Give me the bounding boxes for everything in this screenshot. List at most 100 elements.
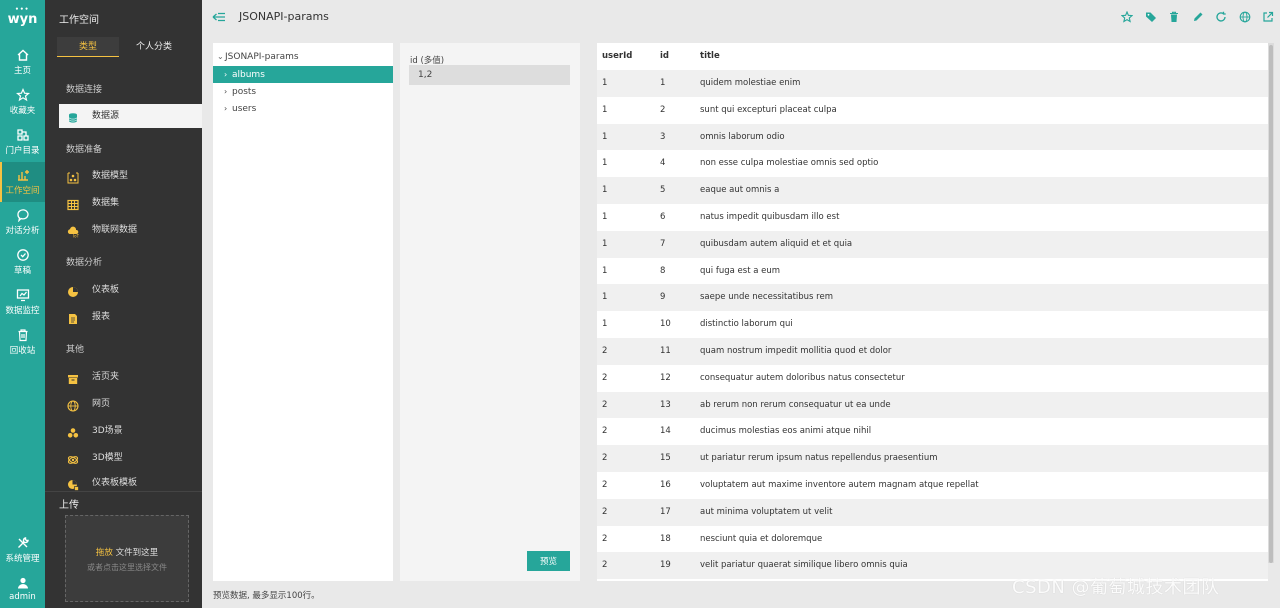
rail-item-portal[interactable]: 门户目录 [0, 122, 45, 162]
table-cell: 2 [602, 480, 608, 490]
edit-icon[interactable] [1192, 11, 1204, 23]
watermark: CSDN @葡萄城技术团队 [1012, 577, 1220, 598]
drop-text: 文件到这里 [115, 548, 159, 558]
refresh-icon[interactable] [1215, 11, 1227, 23]
monitor-icon [16, 288, 30, 302]
table-row[interactable]: 1 5 eaque aut omnis a [597, 177, 1268, 205]
sidebar-item-iot-data[interactable]: IoT 物联网数据 [59, 218, 202, 242]
tree-node-albums[interactable]: › albums [213, 66, 393, 83]
star-icon [15, 87, 30, 102]
table-row[interactable]: 2 13 ab rerum non rerum consequatur ut ea … [597, 391, 1268, 419]
sidebar-item-dataset[interactable]: 数据集 [59, 191, 202, 215]
sidebar-divider [45, 491, 202, 492]
table-cell: 5 [660, 185, 666, 196]
table-row[interactable]: 2 15 ut pariatur rerum ipsum natus repelle… [597, 445, 1268, 473]
table-cell: 16 [660, 480, 671, 490]
sidebar-tabs: 类型 个人分类 [45, 37, 202, 57]
sidebar-item-3d-scene[interactable]: 3D场景 [59, 419, 202, 443]
parameter-panel: id (多值) 预览 [400, 43, 580, 581]
tab-type[interactable]: 类型 [57, 37, 119, 57]
table-row[interactable]: 2 16 voluptatem aut maxime inventore autem… [597, 472, 1268, 499]
table-row[interactable]: 2 14 ducimus molestias eos animi atque nih… [597, 418, 1268, 446]
table-cell: quam nostrum impedit mollitia quod et do… [700, 346, 892, 356]
tools-icon [16, 536, 30, 550]
sidebar-item-data-model[interactable]: 数据模型 [59, 164, 202, 188]
wyn-logo[interactable]: ••• wyn [7, 7, 38, 29]
sidebar-item-report[interactable]: 报表 [59, 305, 202, 329]
open-external-icon[interactable] [1262, 11, 1274, 23]
data-model-icon [67, 170, 79, 184]
table-row[interactable]: 1 8 qui fuga est a eum [597, 257, 1268, 285]
dashboard-template-icon [67, 477, 79, 491]
table-cell: 15 [660, 453, 671, 464]
table-cell: 2 [602, 560, 608, 571]
preview-grid: userId id title 1 1 quidem molestiae enim 1… [597, 43, 1268, 581]
table-cell: 1 [660, 78, 666, 88]
table-cell: 4 [660, 158, 666, 169]
drop-hint: 或者点击这里选择文件 [87, 563, 167, 572]
table-row[interactable]: 1 6 natus impedit quibusdam illo est [597, 204, 1268, 231]
rail-item-chat-analysis[interactable]: 对话分析 [0, 202, 45, 242]
scrollbar-thumb[interactable] [1269, 45, 1273, 563]
preview-note: 预览数据, 最多显示100行。 [213, 591, 320, 601]
rail-item-home[interactable]: 主页 [0, 42, 45, 82]
rail-item-monitor[interactable]: 数据监控 [0, 282, 45, 322]
sidebar-item-datasource[interactable]: 数据源 [59, 104, 202, 128]
star-icon[interactable] [1120, 10, 1134, 23]
table-cell: ab rerum non rerum consequatur ut ea und… [700, 399, 891, 410]
tree-root[interactable]: ⌄JSONAPI-params [217, 52, 299, 62]
sidebar-item-3d-model[interactable]: 3D模型 [59, 446, 202, 470]
tree-node-users[interactable]: › users [213, 100, 393, 117]
page-title: JSONAPI-params [239, 10, 329, 23]
upload-dropzone[interactable]: 拖放 文件到这里 或者点击这里选择文件 [65, 515, 189, 602]
rail-item-workspace[interactable]: 工作空间 [0, 162, 45, 202]
rail-item-favorites[interactable]: 收藏夹 [0, 82, 45, 122]
draft-icon [16, 248, 30, 262]
table-row[interactable]: 2 17 aut minima voluptatem ut velit [597, 498, 1268, 526]
sidebar-item-webpage[interactable]: 网页 [59, 392, 202, 416]
table-row[interactable]: 1 10 distinctio laborum qui [597, 311, 1268, 339]
table-cell: 12 [660, 372, 671, 383]
tree-node-posts[interactable]: › posts [213, 83, 393, 100]
sidebar-item-dashboard[interactable]: 仪表板 [59, 278, 202, 302]
table-cell: saepe unde necessitatibus rem [700, 292, 833, 303]
collapse-panel-icon[interactable] [212, 10, 226, 24]
table-row[interactable]: 2 11 quam nostrum impedit mollitia quod et… [597, 338, 1268, 365]
table-cell: 19 [660, 560, 671, 571]
column-header-title[interactable]: title [700, 43, 720, 70]
rail-item-system-admin[interactable]: 系统管理 [0, 530, 45, 570]
rail-item-recycle-bin[interactable]: 回收站 [0, 322, 45, 362]
grid-scrollbar[interactable] [1268, 43, 1274, 563]
table-row[interactable]: 1 3 omnis laborum odio [597, 123, 1268, 151]
table-row[interactable]: 2 18 nesciunt quia et doloremque [597, 525, 1268, 553]
table-row[interactable]: 1 1 quidem molestiae enim [597, 70, 1268, 97]
binder-icon [67, 371, 79, 384]
delete-icon[interactable] [1168, 11, 1180, 23]
table-row[interactable]: 1 2 sunt qui excepturi placeat culpa [597, 96, 1268, 124]
column-header-id[interactable]: id [660, 43, 669, 70]
table-cell: 9 [660, 292, 666, 303]
rail-item-drafts[interactable]: 草稿 [0, 242, 45, 282]
table-row[interactable]: 1 7 quibusdam autem aliquid et et quia [597, 230, 1268, 258]
preview-button[interactable]: 预览 [527, 551, 570, 571]
table-cell: 1 [602, 104, 608, 115]
rail-item-user[interactable]: admin [0, 570, 45, 608]
globe-icon[interactable] [1239, 11, 1251, 23]
tag-icon[interactable] [1145, 11, 1157, 23]
table-row[interactable]: 1 9 saepe unde necessitatibus rem [597, 284, 1268, 312]
web-icon [67, 398, 79, 412]
sidebar-title: 工作空间 [59, 15, 99, 26]
table-cell: 1 [602, 238, 608, 249]
table-row[interactable]: 2 12 consequatur autem doloribus natus con… [597, 364, 1268, 392]
table-cell: 8 [660, 265, 666, 276]
table-row[interactable]: 1 4 non esse culpa molestiae omnis sed opt… [597, 150, 1268, 178]
table-cell: 13 [660, 399, 671, 410]
tab-personal-category[interactable]: 个人分类 [123, 37, 185, 57]
param-id-input[interactable] [409, 65, 570, 85]
table-cell: 2 [602, 399, 608, 410]
sidebar-item-binder[interactable]: 活页夹 [59, 365, 202, 389]
header-actions [1113, 10, 1274, 25]
column-header-userid[interactable]: userId [602, 43, 632, 70]
chevron-right-icon: › [224, 87, 228, 96]
table-cell: eaque aut omnis a [700, 185, 780, 196]
